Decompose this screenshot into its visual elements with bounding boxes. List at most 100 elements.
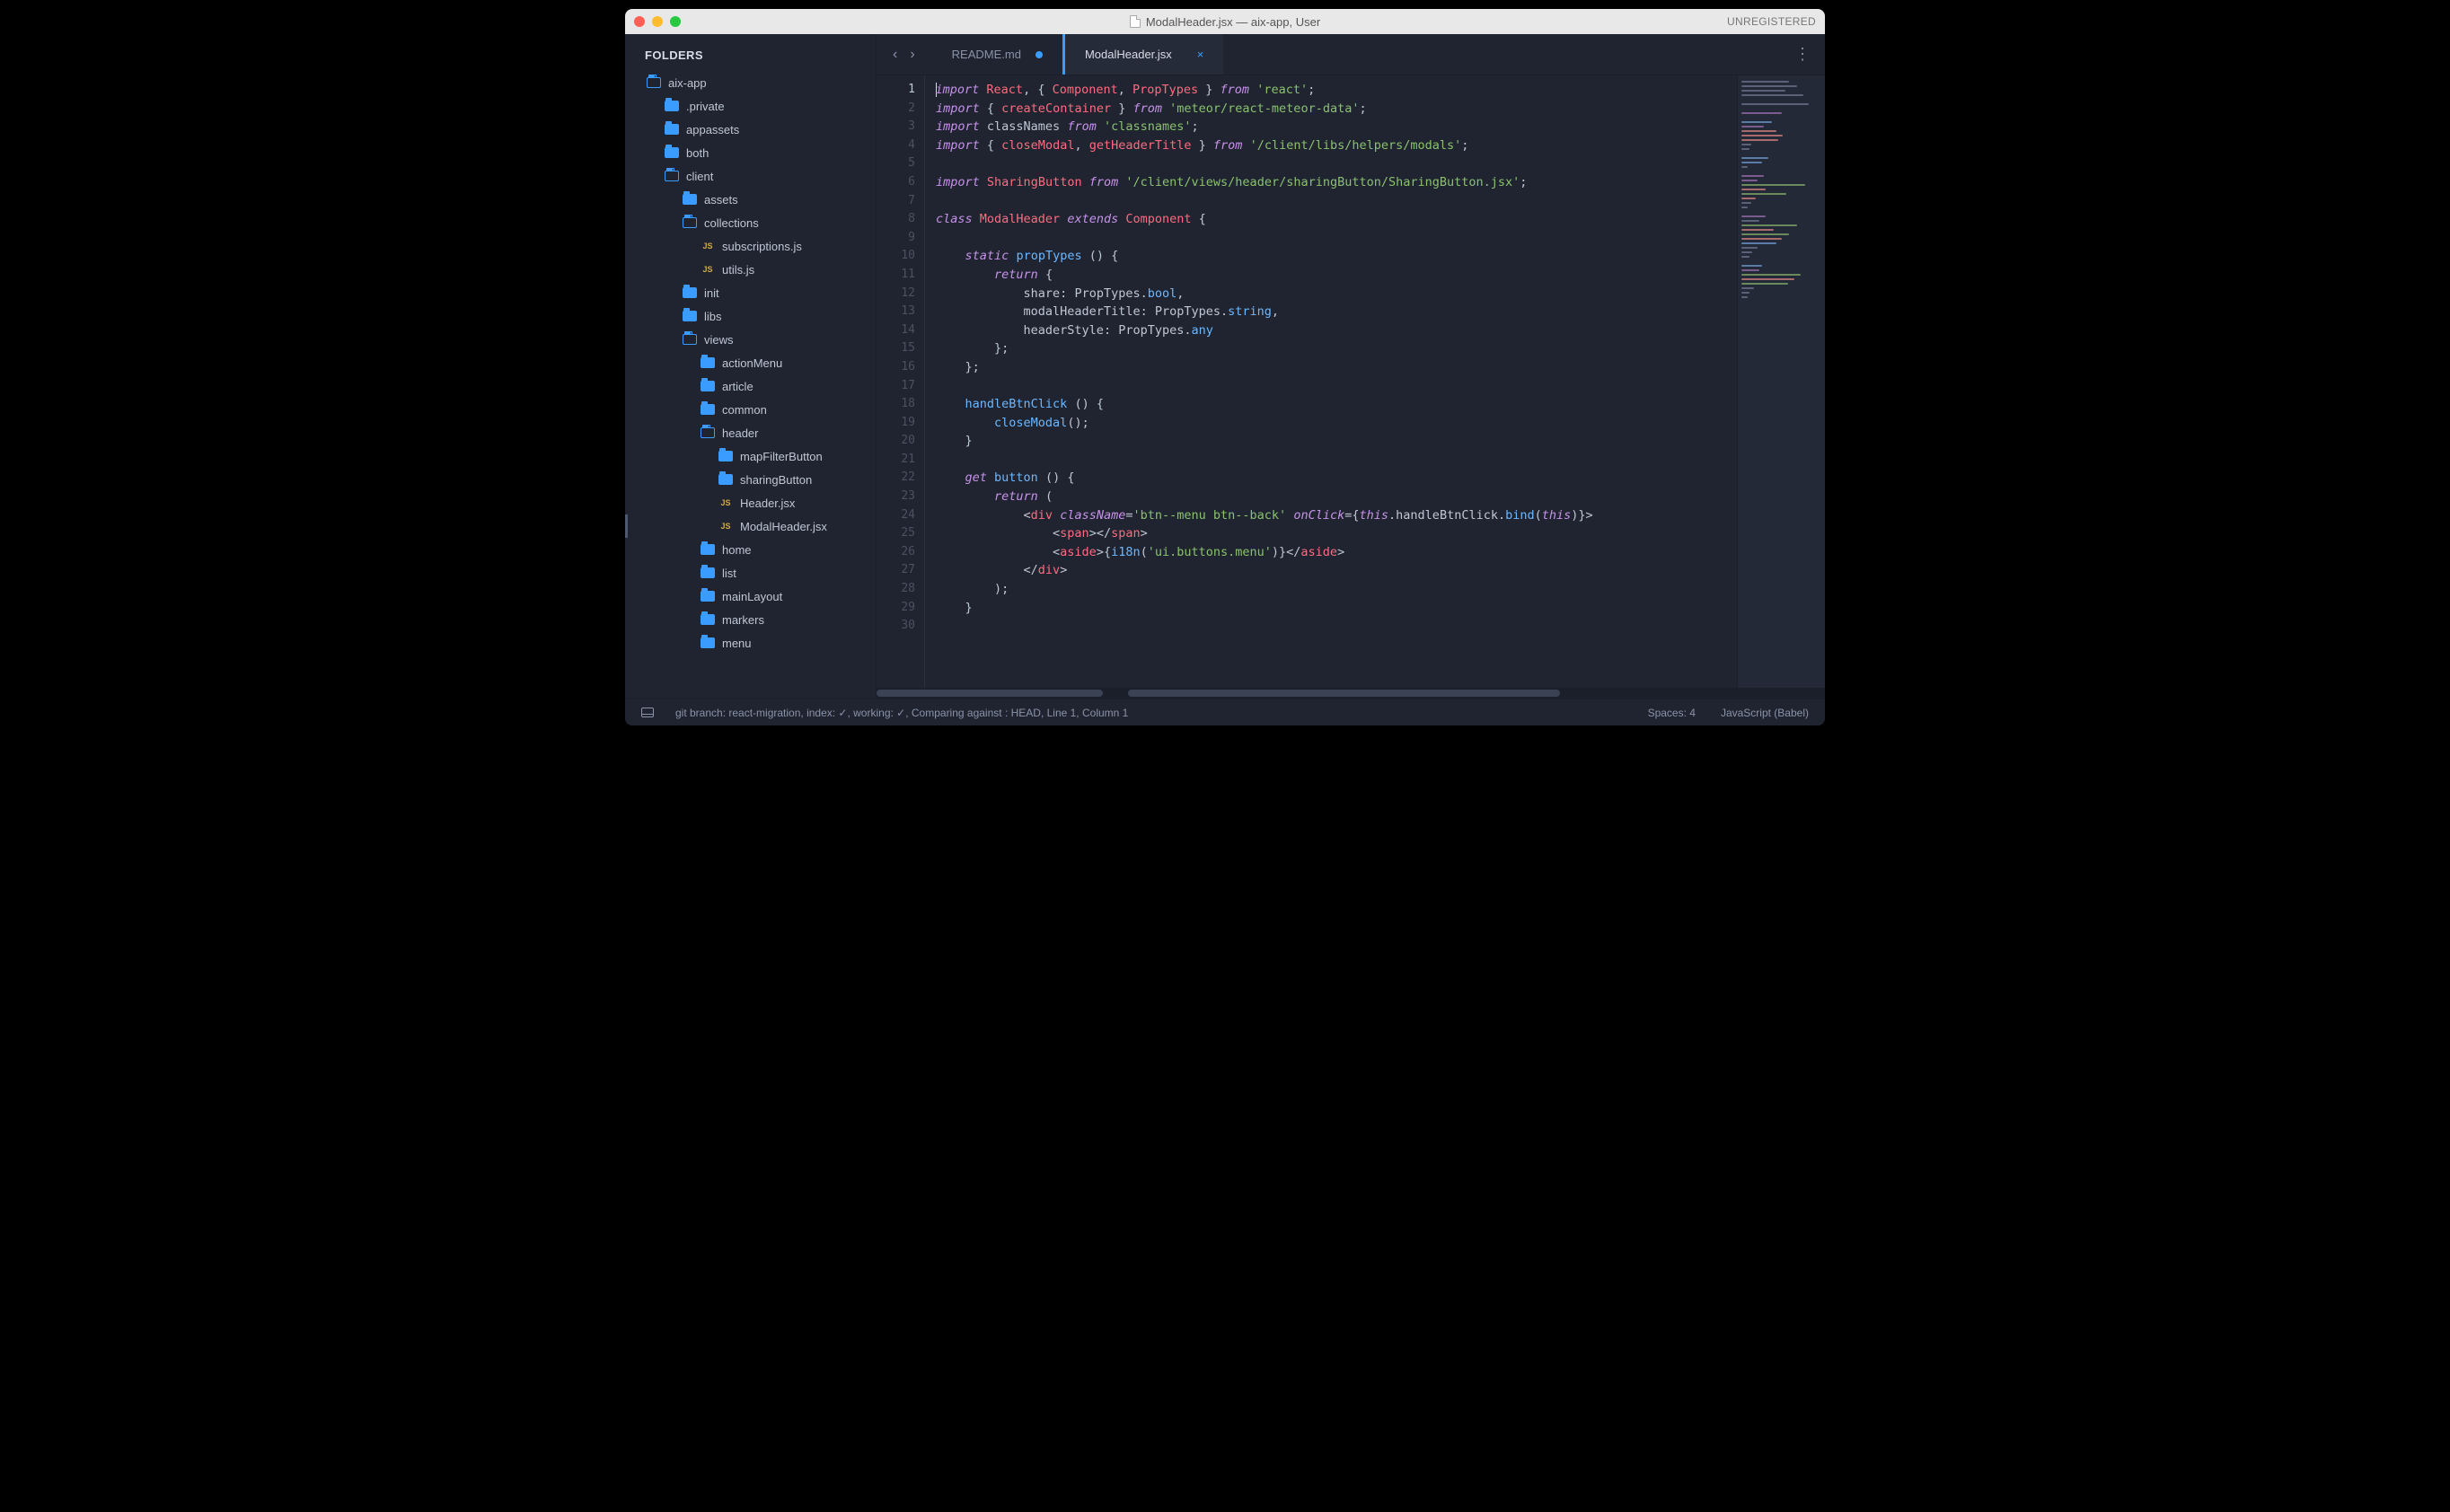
tree-item[interactable]: sharingButton <box>625 468 876 491</box>
status-left[interactable]: git branch: react-migration, index: ✓, w… <box>675 707 1128 719</box>
tree-item-label: views <box>704 333 734 347</box>
code-area[interactable]: import React, { Component, PropTypes } f… <box>925 75 1737 688</box>
tree-item-label: sharingButton <box>740 473 812 487</box>
tree-item-label: article <box>722 380 754 393</box>
window-title: ModalHeader.jsx — aix-app, User <box>625 15 1825 29</box>
tree-item-label: .private <box>686 100 725 113</box>
window-title-text: ModalHeader.jsx — aix-app, User <box>1146 15 1320 29</box>
nav-arrows: ‹ › <box>877 47 931 63</box>
tree-item[interactable]: JSHeader.jsx <box>625 491 876 514</box>
tree-item[interactable]: init <box>625 281 876 304</box>
tree-item[interactable]: actionMenu <box>625 351 876 374</box>
tree-item-label: aix-app <box>668 76 707 90</box>
tab[interactable]: README.md <box>931 34 1062 75</box>
file-icon <box>1130 15 1141 28</box>
tree-item[interactable]: both <box>625 141 876 164</box>
tree-item[interactable]: menu <box>625 631 876 655</box>
sidebar: FOLDERS aix-app.privateappassetsbothclie… <box>625 34 877 699</box>
folder-icon <box>701 567 715 578</box>
folder-open-icon <box>701 427 715 438</box>
folder-icon <box>701 357 715 368</box>
folder-icon <box>701 404 715 415</box>
titlebar[interactable]: ModalHeader.jsx — aix-app, User UNREGIST… <box>625 9 1825 34</box>
tree-item-label: assets <box>704 193 738 207</box>
minimap[interactable] <box>1737 75 1825 688</box>
tree-item[interactable]: markers <box>625 608 876 631</box>
folder-icon <box>665 147 679 158</box>
tree-item[interactable]: mapFilterButton <box>625 444 876 468</box>
status-syntax[interactable]: JavaScript (Babel) <box>1721 707 1809 719</box>
folder-open-icon <box>647 77 661 88</box>
status-spaces[interactable]: Spaces: 4 <box>1648 707 1696 719</box>
tree-item-label: appassets <box>686 123 739 136</box>
tree-item[interactable]: mainLayout <box>625 585 876 608</box>
main-panel: ‹ › README.md ModalHeader.jsx × ⋮ 12345678… <box>877 34 1825 699</box>
tree-item-label: Header.jsx <box>740 497 795 510</box>
editor-window: ModalHeader.jsx — aix-app, User UNREGIST… <box>625 9 1825 725</box>
folder-icon <box>718 474 733 485</box>
tree-item-label: utils.js <box>722 263 754 277</box>
close-tab-icon[interactable]: × <box>1197 48 1204 61</box>
folder-icon <box>683 194 697 205</box>
tree-item-label: markers <box>722 613 764 627</box>
tree-item[interactable]: aix-app <box>625 71 876 94</box>
folder-icon <box>701 591 715 602</box>
editor[interactable]: 1234567891011121314151617181920212223242… <box>877 75 1825 688</box>
tree-item[interactable]: home <box>625 538 876 561</box>
tree-item[interactable]: libs <box>625 304 876 328</box>
minimize-window-icon[interactable] <box>652 16 663 27</box>
tree-item[interactable]: collections <box>625 211 876 234</box>
tree-item[interactable]: appassets <box>625 118 876 141</box>
js-file-icon: JS <box>701 264 715 275</box>
dirty-indicator-icon <box>1036 51 1043 58</box>
zoom-window-icon[interactable] <box>670 16 681 27</box>
tree-item-label: mapFilterButton <box>740 450 823 463</box>
tree-item[interactable]: JS utils.js <box>625 258 876 281</box>
tree-item[interactable]: .private <box>625 94 876 118</box>
tree-item[interactable]: assets <box>625 188 876 211</box>
tree-item-label: actionMenu <box>722 356 782 370</box>
folder-icon <box>683 311 697 321</box>
tree-item-label: menu <box>722 637 752 650</box>
tree-item[interactable]: header <box>625 421 876 444</box>
folder-open-icon <box>683 334 697 345</box>
tree-item-label: home <box>722 543 752 557</box>
more-menu-icon[interactable]: ⋮ <box>1780 45 1825 64</box>
panel-switcher-icon[interactable] <box>641 708 654 717</box>
js-file-icon: JS <box>701 241 715 251</box>
folder-icon <box>665 101 679 111</box>
tree-item-label: mainLayout <box>722 590 782 603</box>
tabbar: ‹ › README.md ModalHeader.jsx × ⋮ <box>877 34 1825 75</box>
line-gutter: 1234567891011121314151617181920212223242… <box>877 75 925 688</box>
statusbar: git branch: react-migration, index: ✓, w… <box>625 699 1825 725</box>
folder-icon <box>701 381 715 391</box>
tree-item-label: client <box>686 170 713 183</box>
tree-item-label: collections <box>704 216 759 230</box>
folder-icon <box>665 124 679 135</box>
nav-forward-icon[interactable]: › <box>910 47 914 63</box>
folder-icon <box>701 614 715 625</box>
tab-active[interactable]: ModalHeader.jsx × <box>1062 34 1223 75</box>
tree-item-label: common <box>722 403 767 417</box>
folder-icon <box>683 287 697 298</box>
tree-item[interactable]: JS ModalHeader.jsx <box>625 514 876 538</box>
tree-item[interactable]: JSsubscriptions.js <box>625 234 876 258</box>
tree-item[interactable]: views <box>625 328 876 351</box>
folder-icon <box>701 544 715 555</box>
folder-icon <box>718 451 733 462</box>
tree-item[interactable]: article <box>625 374 876 398</box>
tab-label: README.md <box>952 48 1021 61</box>
window-controls <box>634 16 681 27</box>
tree-item-label: header <box>722 426 758 440</box>
tab-label: ModalHeader.jsx <box>1085 48 1172 61</box>
close-window-icon[interactable] <box>634 16 645 27</box>
tree-item[interactable]: list <box>625 561 876 585</box>
tree-item[interactable]: common <box>625 398 876 421</box>
unregistered-label: UNREGISTERED <box>1727 15 1816 28</box>
horizontal-scrollbar[interactable] <box>877 688 1825 699</box>
js-file-icon: JS <box>718 521 733 532</box>
nav-back-icon[interactable]: ‹ <box>893 47 897 63</box>
tree-item-label: ModalHeader.jsx <box>740 520 827 533</box>
tree-item-label: both <box>686 146 709 160</box>
tree-item[interactable]: client <box>625 164 876 188</box>
